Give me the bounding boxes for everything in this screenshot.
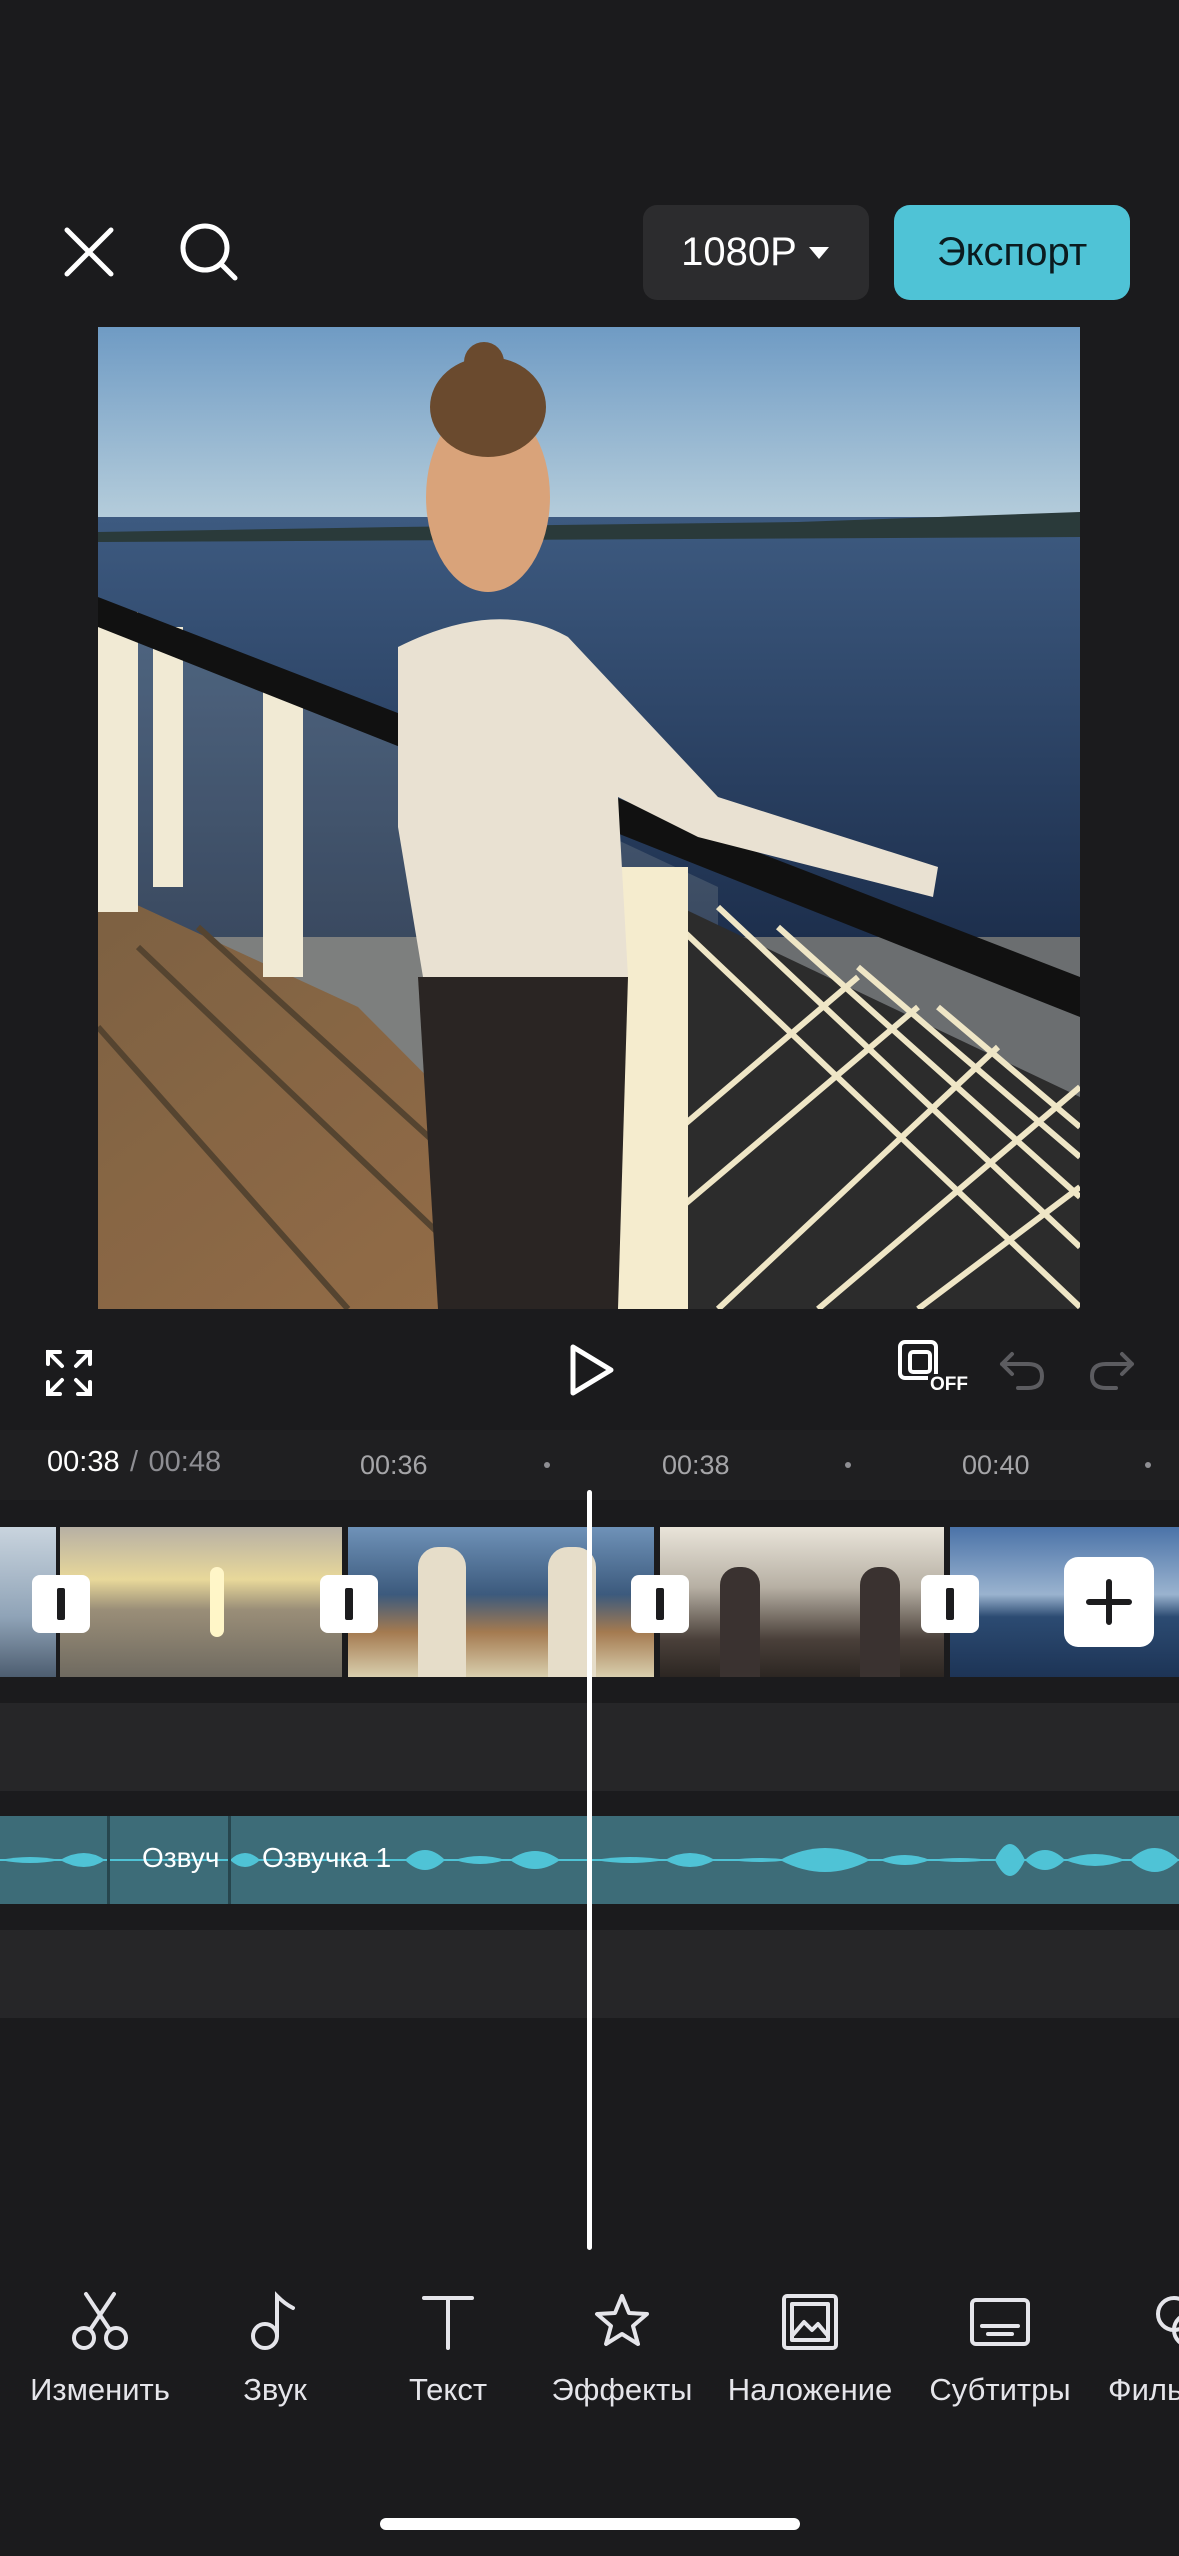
tool-filters[interactable]: Филь bbox=[1090, 2290, 1179, 2408]
preview-frame-image bbox=[98, 327, 1080, 1309]
play-icon bbox=[570, 1344, 614, 1396]
transition-icon bbox=[656, 1588, 664, 1620]
video-preview[interactable] bbox=[98, 327, 1080, 1309]
overlay-image-icon bbox=[782, 2294, 838, 2350]
export-button[interactable]: Экспорт bbox=[894, 205, 1130, 300]
close-icon bbox=[64, 227, 114, 277]
tool-edit[interactable]: Изменить bbox=[10, 2290, 190, 2408]
tool-label: Изменить bbox=[30, 2372, 170, 2407]
time-separator: / bbox=[130, 1446, 139, 1478]
tool-overlay[interactable]: Наложение bbox=[720, 2290, 900, 2408]
tool-audio[interactable]: Звук bbox=[185, 2290, 365, 2408]
current-time: 00:38 bbox=[47, 1446, 120, 1478]
transition-button[interactable] bbox=[631, 1575, 689, 1633]
keyframe-off-label: OFF bbox=[928, 1374, 970, 1396]
transition-button[interactable] bbox=[320, 1575, 378, 1633]
caret-down-icon bbox=[808, 246, 829, 259]
home-indicator bbox=[380, 2518, 800, 2530]
redo-icon bbox=[1090, 1352, 1134, 1390]
filters-icon bbox=[1156, 2296, 1179, 2345]
scissors-icon bbox=[72, 2292, 128, 2350]
playhead[interactable] bbox=[587, 1490, 592, 2250]
ruler-tick-label: 00:38 bbox=[662, 1450, 730, 1480]
video-clip[interactable] bbox=[60, 1527, 342, 1677]
ruler-tick-label: 00:40 bbox=[962, 1450, 1030, 1480]
search-icon bbox=[180, 223, 238, 281]
redo-button[interactable] bbox=[1084, 1340, 1140, 1400]
fullscreen-button[interactable] bbox=[36, 1340, 102, 1406]
total-time: 00:48 bbox=[148, 1446, 222, 1478]
undo-button[interactable] bbox=[994, 1340, 1050, 1400]
text-icon bbox=[422, 2296, 474, 2350]
subtitles-icon bbox=[970, 2298, 1030, 2346]
fullscreen-icon bbox=[46, 1350, 92, 1396]
tool-label: Звук bbox=[243, 2372, 307, 2407]
ruler-dot bbox=[544, 1462, 550, 1468]
tool-label: Наложение bbox=[727, 2372, 893, 2407]
audio-clip-label: Озвуч bbox=[142, 1842, 220, 1873]
tool-text[interactable]: Текст bbox=[358, 2290, 538, 2408]
transition-icon bbox=[345, 1588, 353, 1620]
ruler-tick-label: 00:36 bbox=[360, 1450, 428, 1480]
transition-icon bbox=[57, 1588, 65, 1620]
add-clip-button[interactable] bbox=[1064, 1557, 1154, 1647]
tool-label: Субтитры bbox=[929, 2372, 1071, 2407]
timecode: 00:38 / 00:48 bbox=[47, 1446, 221, 1479]
video-clip[interactable] bbox=[660, 1527, 944, 1677]
star-effects-icon bbox=[595, 2294, 649, 2346]
resolution-label: 1080P bbox=[681, 230, 797, 274]
export-label: Экспорт bbox=[936, 230, 1088, 274]
transition-icon bbox=[946, 1588, 954, 1620]
play-button[interactable] bbox=[556, 1335, 626, 1405]
search-button[interactable] bbox=[164, 207, 254, 297]
ruler-dot bbox=[845, 1462, 851, 1468]
tool-label: Филь bbox=[1108, 2372, 1179, 2407]
tool-subtitles[interactable]: Субтитры bbox=[910, 2290, 1090, 2408]
ruler-dot bbox=[1145, 1462, 1151, 1468]
transition-button[interactable] bbox=[32, 1575, 90, 1633]
tool-effects[interactable]: Эффекты bbox=[532, 2290, 712, 2408]
keyframe-toggle[interactable]: OFF bbox=[896, 1338, 970, 1404]
undo-icon bbox=[1000, 1352, 1044, 1390]
music-note-icon bbox=[251, 2291, 295, 2350]
tool-label: Текст bbox=[408, 2372, 488, 2407]
close-button[interactable] bbox=[44, 207, 134, 297]
audio-clip-label: Озвучка 1 bbox=[262, 1842, 392, 1873]
plus-icon bbox=[1086, 1579, 1132, 1625]
transition-button[interactable] bbox=[921, 1575, 979, 1633]
video-clip[interactable] bbox=[348, 1527, 654, 1677]
resolution-dropdown[interactable]: 1080P bbox=[643, 205, 869, 300]
tool-label: Эффекты bbox=[551, 2372, 693, 2407]
